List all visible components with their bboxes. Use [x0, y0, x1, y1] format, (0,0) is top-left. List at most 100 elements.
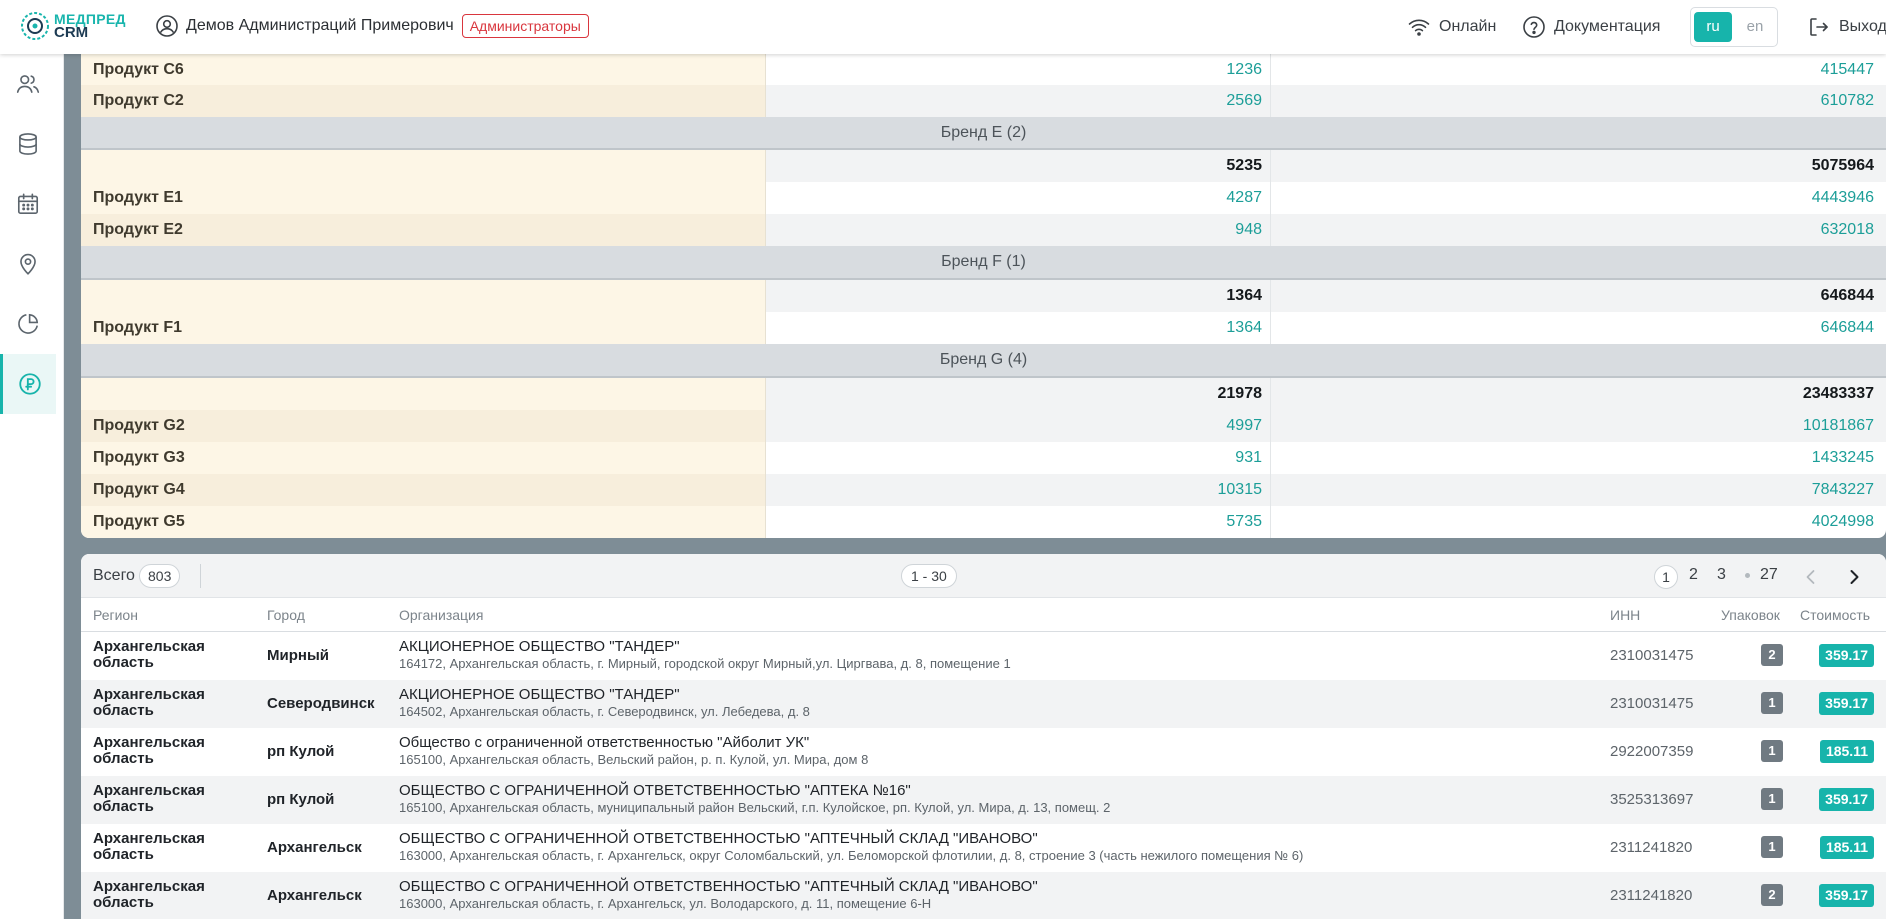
column-header-packs[interactable]: Упаковок [1721, 607, 1780, 623]
logout-button[interactable]: Выход [1807, 15, 1886, 39]
row-organization: ОБЩЕСТВО С ОГРАНИЧЕННОЙ ОТВЕТСТВЕННОСТЬЮ… [399, 830, 1038, 847]
row-cost-badge: 185.11 [1819, 836, 1874, 859]
row-organization: АКЦИОНЕРНОЕ ОБЩЕСТВО "ТАНДЕР" [399, 638, 680, 655]
brand-total-row: 5235 5075964 [81, 150, 1886, 182]
sidebar-item-map[interactable] [0, 234, 56, 294]
row-organization: ОБЩЕСТВО С ОГРАНИЧЕННОЙ ОТВЕТСТВЕННОСТЬЮ… [399, 782, 911, 799]
role-badge: Администраторы [461, 14, 589, 38]
user-circle-icon [156, 15, 178, 37]
brand-total-sum: 23483337 [1271, 378, 1886, 410]
product-qty[interactable]: 4287 [766, 182, 1271, 214]
row-region: Архангельская область [93, 830, 205, 863]
column-header-city[interactable]: Город [267, 607, 305, 623]
product-sum[interactable]: 415447 [1271, 54, 1886, 85]
row-inn: 2311241820 [1610, 839, 1693, 856]
product-name: Продукт C6 [81, 54, 766, 85]
product-sum[interactable]: 632018 [1271, 214, 1886, 246]
sidebar-item-reports[interactable] [0, 294, 56, 354]
product-sum[interactable]: 4443946 [1271, 182, 1886, 214]
divider [200, 564, 201, 588]
row-city: Архангельск [267, 887, 362, 904]
table-row[interactable]: Архангельская область Мирный АКЦИОНЕРНОЕ… [81, 632, 1886, 680]
row-region: Архангельская область [93, 686, 205, 719]
product-name: Продукт G3 [81, 442, 766, 474]
product-qty[interactable]: 5735 [766, 506, 1271, 538]
brand-total-label [81, 280, 766, 312]
brand-total-qty: 21978 [766, 378, 1271, 410]
product-name: Продукт F1 [81, 312, 766, 344]
column-header-organization[interactable]: Организация [399, 607, 483, 623]
column-header-cost[interactable]: Стоимость [1800, 607, 1870, 623]
pagination-bar: Всего 803 1 - 30 1 2 3 27 [81, 554, 1886, 598]
product-qty[interactable]: 948 [766, 214, 1271, 246]
language-switch: ru en [1690, 7, 1778, 47]
lang-en-button[interactable]: en [1736, 12, 1774, 42]
row-address: 165100, Архангельская область, муниципал… [399, 800, 1111, 815]
logo-icon [21, 12, 49, 40]
sidebar-item-users[interactable] [0, 54, 56, 114]
prev-page-icon[interactable] [1800, 566, 1822, 588]
product-sum[interactable]: 4024998 [1271, 506, 1886, 538]
table-row: Продукт E2 948 632018 [81, 214, 1886, 246]
table-row: Продукт G3 931 1433245 [81, 442, 1886, 474]
product-sum[interactable]: 646844 [1271, 312, 1886, 344]
brand-header: Бренд F (1) [81, 246, 1886, 280]
lang-ru-button[interactable]: ru [1694, 12, 1732, 42]
ruble-coin-icon [18, 373, 41, 395]
sidebar-item-sales[interactable] [0, 354, 56, 414]
product-sum[interactable]: 610782 [1271, 85, 1886, 117]
product-sum[interactable]: 7843227 [1271, 474, 1886, 506]
online-status[interactable]: Онлайн [1407, 15, 1496, 39]
next-page-icon[interactable] [1843, 566, 1865, 588]
table-row[interactable]: Архангельская область Северодвинск АКЦИО… [81, 680, 1886, 728]
product-qty[interactable]: 4997 [766, 410, 1271, 442]
user-info[interactable]: Демов Администраций Примерович Администр… [155, 14, 589, 38]
column-header-region[interactable]: Регион [93, 607, 138, 623]
brand-total-label [81, 150, 766, 182]
page-2-button[interactable]: 2 [1689, 566, 1698, 584]
row-cost-badge: 359.17 [1819, 644, 1874, 667]
row-packs-badge: 1 [1761, 788, 1783, 810]
product-qty[interactable]: 1236 [766, 54, 1271, 85]
brand-total-row: 21978 23483337 [81, 378, 1886, 410]
table-row: Продукт C2 2569 610782 [81, 85, 1886, 117]
sidebar [0, 54, 64, 919]
table-row[interactable]: Архангельская область Архангельск ОБЩЕСТ… [81, 824, 1886, 872]
product-name: Продукт C2 [81, 85, 766, 117]
page-1-button[interactable]: 1 [1654, 565, 1678, 589]
table-row[interactable]: Архангельская область рп Кулой ОБЩЕСТВО … [81, 776, 1886, 824]
table-row[interactable]: Архангельская область рп Кулой Общество … [81, 728, 1886, 776]
brand-total-sum: 646844 [1271, 280, 1886, 312]
online-label: Онлайн [1439, 18, 1497, 35]
product-name: Продукт G2 [81, 410, 766, 442]
database-icon [19, 133, 37, 155]
row-city: рп Кулой [267, 743, 335, 760]
documentation-link[interactable]: Документация [1522, 15, 1660, 39]
page-27-button[interactable]: 27 [1760, 566, 1778, 584]
product-qty[interactable]: 1364 [766, 312, 1271, 344]
product-qty[interactable]: 2569 [766, 85, 1271, 117]
sidebar-item-database[interactable] [0, 114, 56, 174]
column-header-inn[interactable]: ИНН [1610, 607, 1640, 623]
users-icon [16, 75, 40, 93]
app-logo[interactable]: МЕДПРЕД CRM [18, 9, 126, 43]
product-sum[interactable]: 10181867 [1271, 410, 1886, 442]
summary-table: Продукт C6 1236 415447 Продукт C2 2569 6… [81, 54, 1886, 538]
product-sum[interactable]: 1433245 [1271, 442, 1886, 474]
product-qty[interactable]: 931 [766, 442, 1271, 474]
logout-label: Выход [1839, 18, 1886, 35]
product-name: Продукт G5 [81, 506, 766, 538]
logo-text-line2: CRM [54, 24, 89, 41]
row-cost-badge: 359.17 [1819, 692, 1874, 715]
row-cost-badge: 359.17 [1819, 884, 1874, 907]
page-3-button[interactable]: 3 [1717, 566, 1726, 584]
row-city: Архангельск [267, 839, 362, 856]
product-qty[interactable]: 10315 [766, 474, 1271, 506]
table-row[interactable]: Архангельская область Архангельск ОБЩЕСТ… [81, 872, 1886, 919]
sidebar-item-calendar[interactable] [0, 174, 56, 234]
row-inn: 2922007359 [1610, 743, 1694, 760]
row-inn: 2310031475 [1610, 647, 1694, 664]
help-circle-icon [1523, 16, 1545, 38]
calendar-icon [17, 193, 39, 215]
row-organization: ОБЩЕСТВО С ОГРАНИЧЕННОЙ ОТВЕТСТВЕННОСТЬЮ… [399, 878, 1038, 895]
